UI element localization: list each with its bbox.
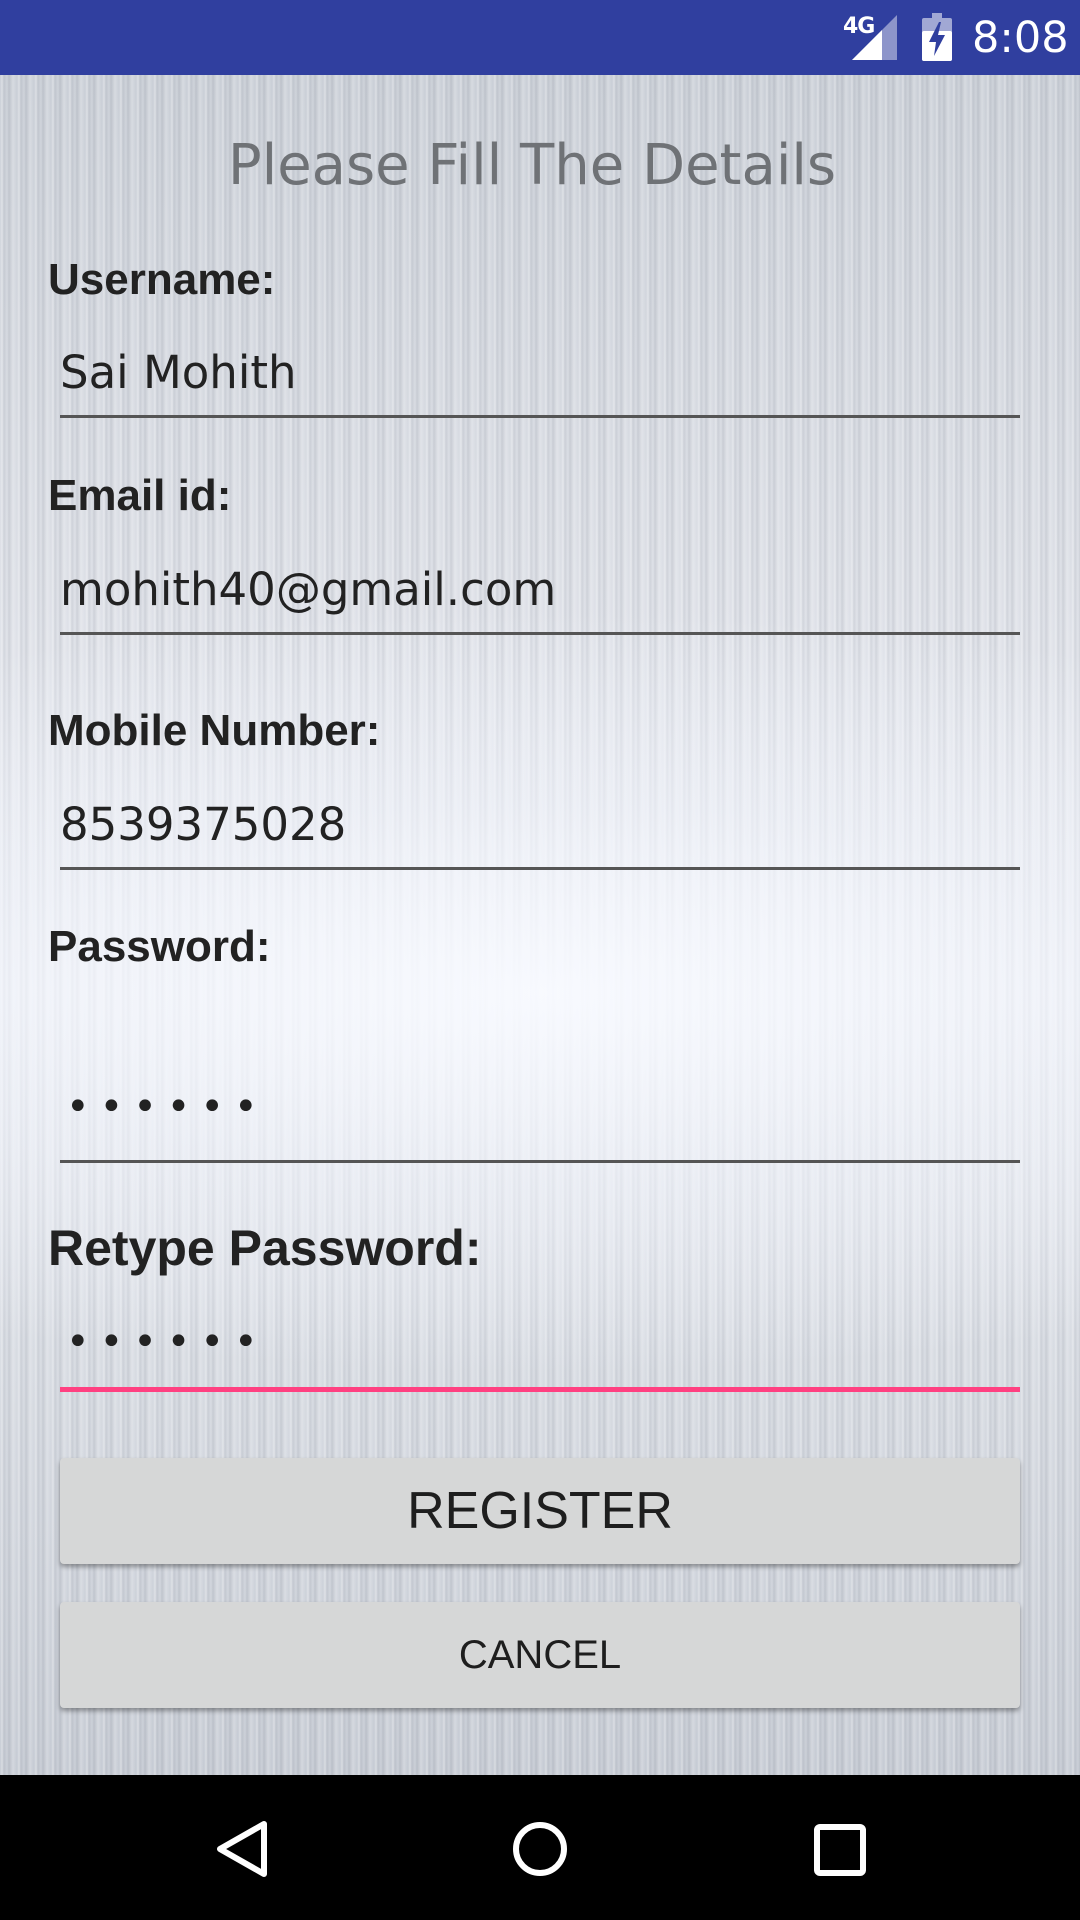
retype-password-label: Retype Password:	[48, 1220, 482, 1276]
password-masked-value: ••••••	[66, 1084, 268, 1130]
password-label: Password:	[48, 922, 271, 971]
signal-icon	[852, 15, 897, 60]
cancel-button[interactable]: CANCEL	[60, 1602, 1020, 1708]
status-bar: 4G 8:08	[0, 0, 1080, 75]
register-button-label: REGISTER	[407, 1482, 673, 1540]
recents-icon[interactable]	[812, 1822, 868, 1878]
username-label: Username:	[48, 255, 276, 304]
cancel-button-label: CANCEL	[458, 1633, 622, 1677]
mobile-number-value: 8539375028	[60, 798, 347, 851]
username-value: Sai Mohith	[60, 346, 297, 399]
back-icon[interactable]	[212, 1819, 272, 1879]
email-value: mohith40@gmail.com	[60, 563, 557, 616]
mobile-number-label: Mobile Number:	[48, 706, 381, 755]
password-input[interactable]: ••••••	[60, 1035, 1020, 1163]
status-clock: 8:08	[972, 13, 1069, 63]
username-input[interactable]: Sai Mohith	[60, 325, 1020, 418]
registration-form-screen: Please Fill The Details Username: Sai Mo…	[0, 75, 1080, 1775]
retype-password-input[interactable]: ••••••	[60, 1305, 1020, 1392]
home-icon[interactable]	[510, 1819, 570, 1879]
page-title: Please Fill The Details	[227, 133, 837, 198]
email-field[interactable]: mohith40@gmail.com	[60, 542, 1020, 635]
battery-charging-icon	[922, 13, 952, 61]
retype-password-masked-value: ••••••	[66, 1319, 268, 1365]
email-label: Email id:	[48, 471, 232, 520]
register-button[interactable]: REGISTER	[60, 1458, 1020, 1564]
mobile-number-input[interactable]: 8539375028	[60, 775, 1020, 870]
navigation-bar	[0, 1775, 1080, 1920]
